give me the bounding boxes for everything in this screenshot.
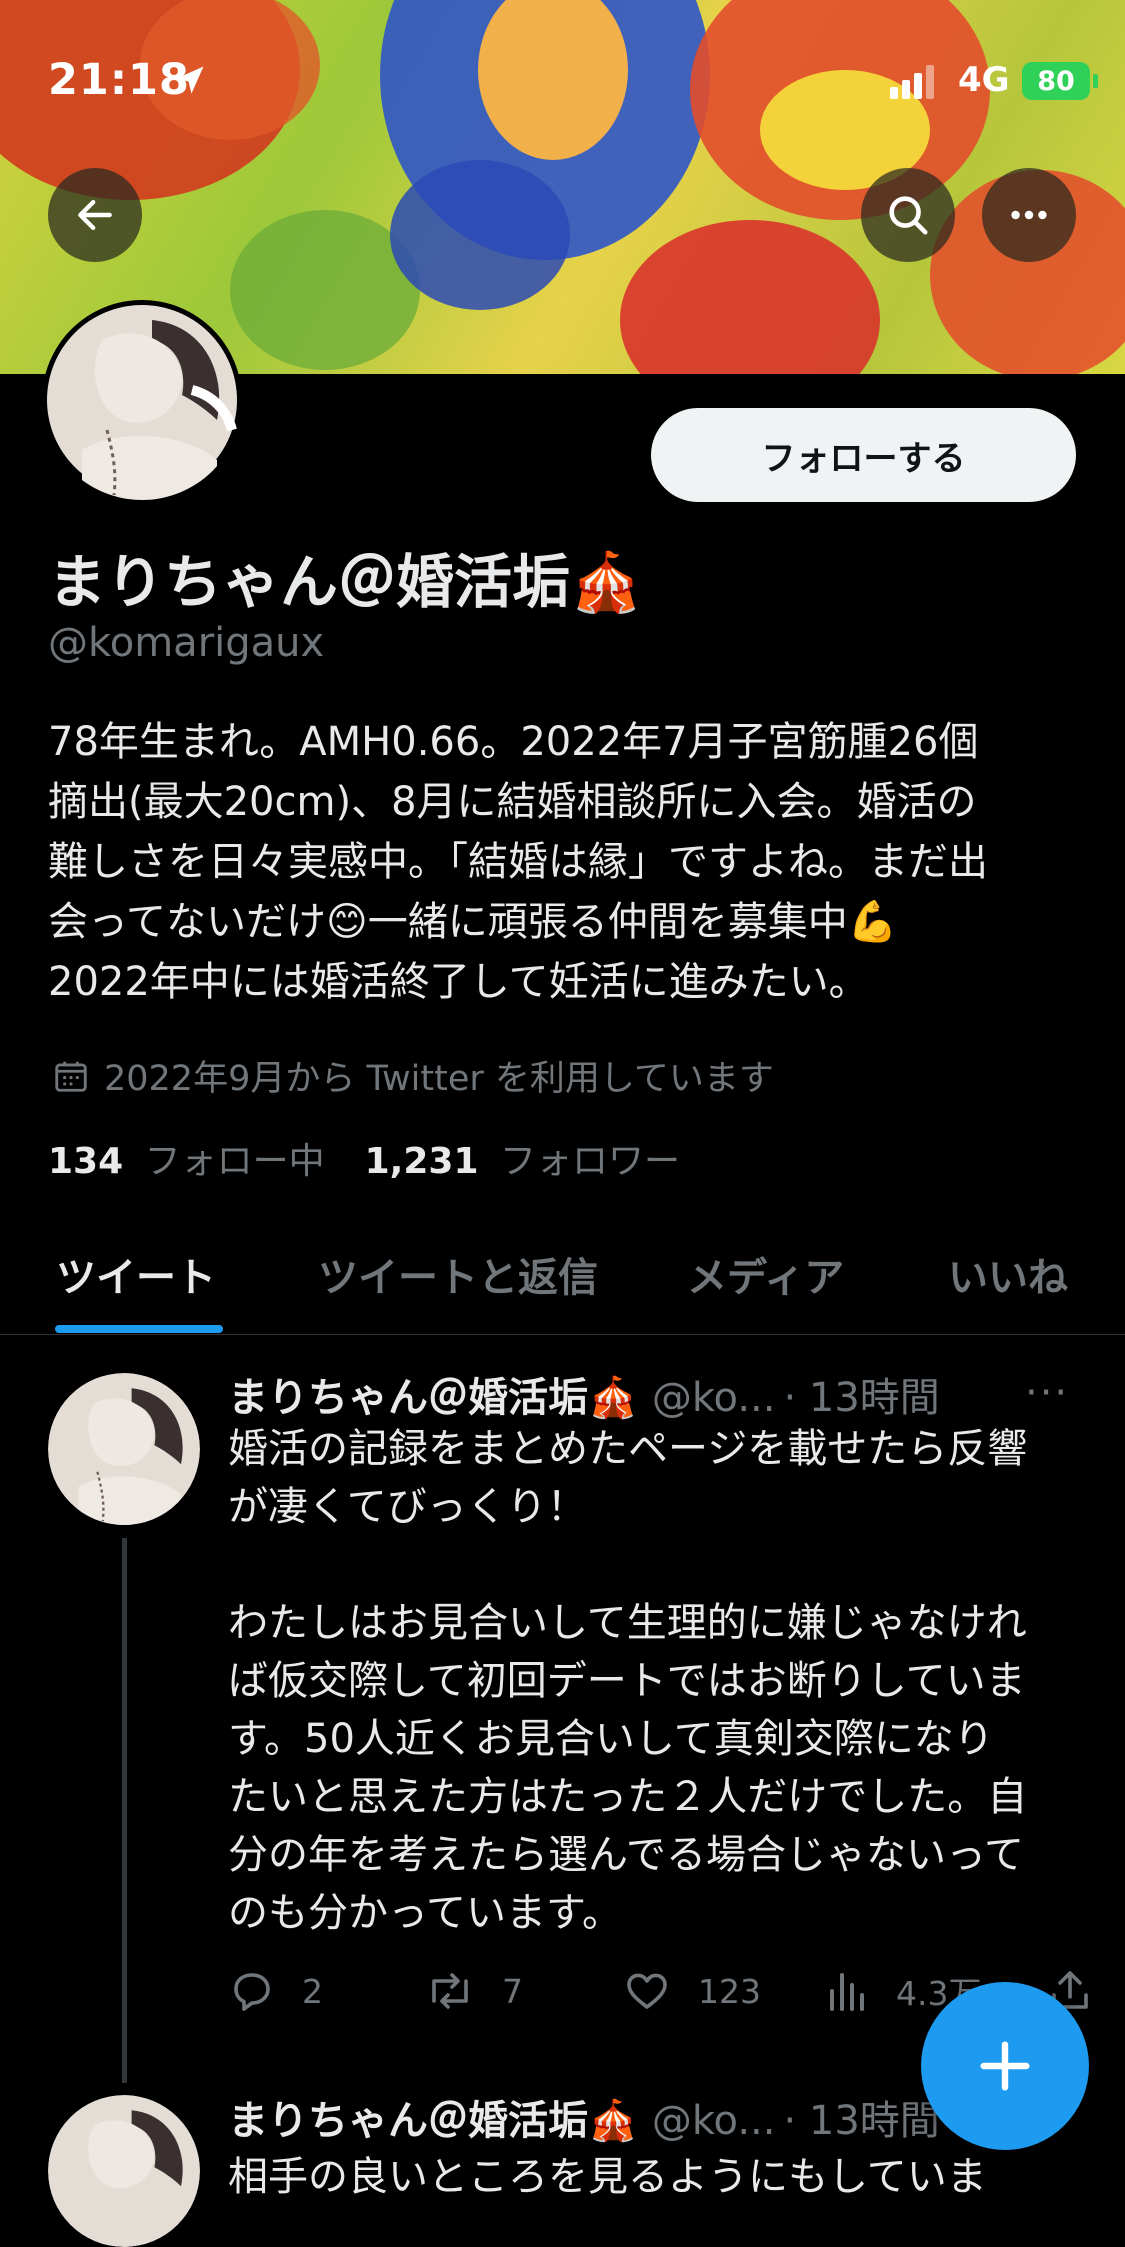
like-icon [627,1973,667,2009]
signal-icon [890,65,934,99]
reply-icon [234,1973,270,2011]
tweet-avatar[interactable] [48,2095,200,2247]
battery-indicator: 80 [1022,62,1090,100]
following-link[interactable]: 134 フォロー中 [48,1132,325,1184]
name-emoji: 🎪 [570,548,643,616]
tweet-time[interactable]: · 13時間 [783,1365,939,1423]
avatar-image [47,305,237,500]
battery-cap [1093,74,1098,88]
search-button[interactable] [861,168,955,262]
tweet-author-emoji: 🎪 [588,1375,638,1421]
back-arrow-icon [78,199,112,231]
tabs-divider [0,1334,1125,1335]
following-label: フォロー中 [144,1141,325,1182]
tab-tweets-and-replies[interactable]: ツイートと返信 [318,1245,598,1303]
follow-button[interactable]: フォローする [651,408,1076,502]
reply-count: 2 [302,1971,323,2011]
retweet-count: 7 [502,1971,523,2011]
following-count: 134 [48,1141,124,1182]
tweet-text: 相手の良いところを見るようにもしていま [228,2154,987,2200]
tweet-handle[interactable]: @ko... [652,2098,776,2144]
search-icon [889,196,928,235]
like-count: 123 [698,1971,761,2011]
tab-tweets[interactable]: ツイート [56,1245,216,1303]
calendar-icon [55,1061,87,1092]
profile-bio: 78年生まれ。AMH0.66。2022年7月子宮筋腫26個 摘出(最大20cm)… [48,719,988,1005]
followers-link[interactable]: 1,231 フォロワー [365,1132,680,1184]
compose-plus-icon [980,2041,1030,2091]
profile-display-name: まりちゃん＠婚活垢🎪 [48,535,642,619]
tweet-header: まりちゃん＠婚活垢 🎪 @ko... · 13時間 [228,2088,940,2146]
banner-shape [620,220,880,374]
display-name-text: まりちゃん＠婚活垢 [48,548,571,616]
joined-text: 2022年9月から Twitter を利用しています [104,1059,774,1099]
like-button[interactable]: 123 [622,1967,761,2015]
tweet-author-emoji: 🎪 [588,2098,638,2144]
tweet-header: まりちゃん＠婚活垢 🎪 @ko... · 13時間 [228,1365,940,1423]
joined-date: 2022年9月から Twitter を利用しています [52,1050,774,1101]
avatar-image [48,2095,200,2247]
retweet-button[interactable]: 7 [424,1967,523,2015]
avatar-image [48,1373,200,1525]
compose-tweet-button[interactable] [921,1982,1089,2150]
more-icon [1011,210,1047,220]
tweet-author[interactable]: まりちゃん＠婚活垢 [228,1365,588,1423]
followers-label: フォロワー [499,1141,680,1182]
location-arrow-icon [176,66,204,94]
retweet-icon [432,1973,468,2009]
tweet-author[interactable]: まりちゃん＠婚活垢 [228,2088,588,2146]
profile-avatar[interactable] [42,300,242,500]
tweet-time[interactable]: · 13時間 [783,2088,939,2146]
reply-button[interactable]: 2 [228,1967,323,2015]
follow-counts: 134 フォロー中 1,231 フォロワー [48,1132,680,1184]
tweet-handle[interactable]: @ko... [652,1375,776,1421]
back-button[interactable] [48,168,142,262]
followers-count: 1,231 [364,1141,479,1182]
tab-media[interactable]: メディア [687,1245,844,1303]
tweet-text: 婚活の記録をまとめたページを載せたら反響 が凄くてびっくり！ わたしはお見合いし… [228,1426,1028,1936]
thread-line [122,1538,127,2083]
views-icon [830,1973,864,2011]
profile-handle: @komarigaux [48,620,325,666]
status-time: 21:18 [48,55,190,105]
tab-likes[interactable]: いいね [948,1245,1068,1303]
banner-shape [390,160,570,310]
tweet-more-button[interactable]: ··· [1025,1370,1069,1416]
more-options-button[interactable] [982,168,1076,262]
tweet-avatar[interactable] [48,1373,200,1525]
network-label: 4G [958,60,1010,100]
active-tab-indicator [55,1325,223,1333]
